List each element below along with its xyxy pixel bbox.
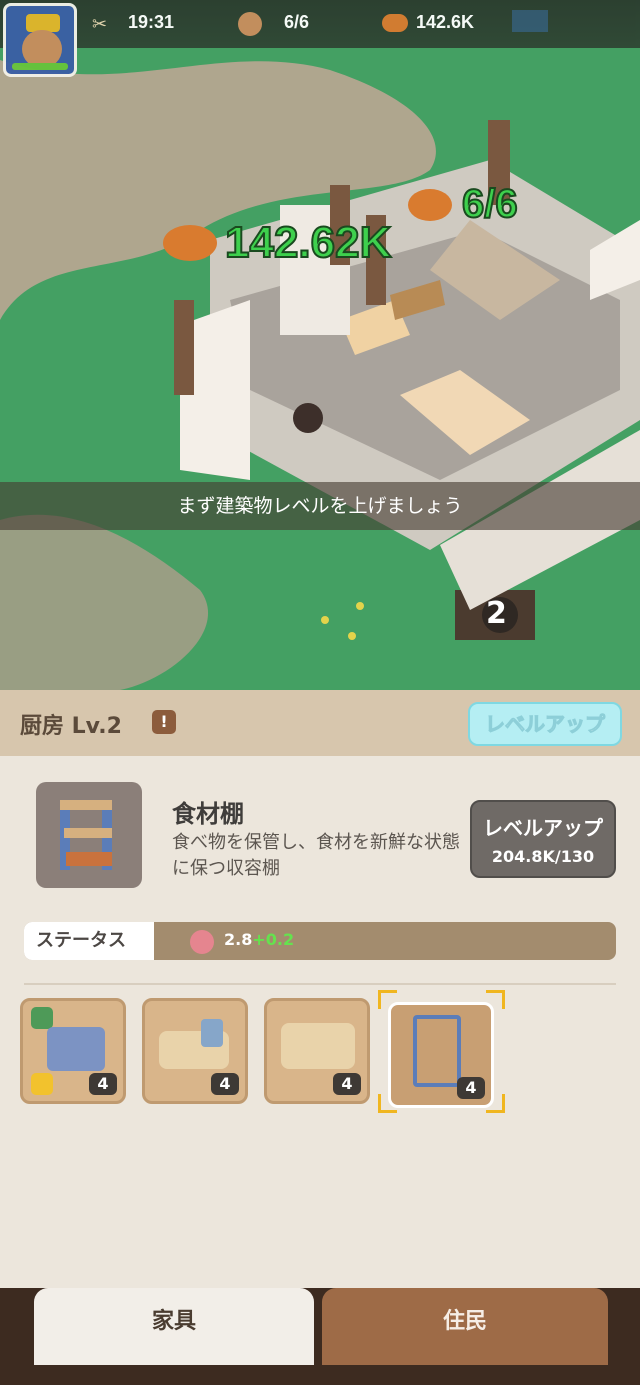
plate-stack-icon [201,1019,223,1047]
bread-icon [382,14,408,32]
health-bar [12,63,68,70]
selection-corner-icon [378,1094,397,1113]
player-avatar[interactable] [3,3,77,77]
status-value: 2.8+0.2 [224,930,295,949]
population-counter: 6/6 [284,12,310,32]
divider [24,983,616,985]
population-overlay: 6/6 [461,181,519,227]
tools-icon: ✂ [92,14,108,35]
bottom-tabs: 家具 住民 [0,1288,640,1385]
selection-corner-icon [486,1094,505,1113]
resident-badge-icon [31,1007,53,1029]
selection-corner-icon [486,990,505,1009]
tab-residents[interactable]: 住民 [322,1288,608,1365]
clock-text: 19:31 [128,12,175,32]
top-hud: ✂ 19:31 6/6 142.6K [0,0,640,77]
kitchen-building-scene [0,0,640,690]
item-description: 食べ物を保管し、食材を新鮮な状態に保つ収容棚 [172,832,460,879]
resident-icon [238,12,262,36]
bread-counter: 142.6K [416,12,475,32]
shelf-icon [413,1015,461,1087]
selection-corner-icon [378,990,397,1009]
dining-table-icon [281,1023,355,1069]
furniture-card-stove[interactable]: 4 [20,998,126,1104]
game-scene[interactable]: 142.62K 6/6 2 [0,0,640,690]
warning-badge[interactable]: ! [152,710,176,734]
level-up-label: レベルアップ [483,816,603,840]
item-name: 食材棚 [172,800,244,828]
furniture-card-ingredient-shelf[interactable]: 4 [388,1002,494,1108]
bread-icon [163,225,217,261]
stomach-icon [190,930,214,954]
ingredient-shelf-image [36,782,142,888]
level-up-button[interactable]: レベルアップ 204.8K/130 [470,800,616,878]
bread-amount-overlay: 142.62K [224,217,392,268]
level-up-cost: 204.8K/130 [491,847,595,866]
status-bar: ステータス 2.8+0.2 [24,922,616,960]
link-icon [31,1073,53,1095]
pixel-flag-icon [512,10,548,32]
stove-icon [47,1027,105,1071]
building-number: 2 [486,596,507,631]
tab-furniture[interactable]: 家具 [34,1288,314,1365]
level-up-top-button[interactable]: レベルアップ [468,702,622,746]
furniture-card-prep-table[interactable]: 4 [142,998,248,1104]
building-title: 厨房 Lv.2 [20,714,122,739]
panel-header: 厨房 Lv.2 ! レベルアップ [0,690,640,756]
status-label: ステータス [24,922,154,960]
hint-banner: まず建築物レベルを上げましょう [0,482,640,530]
furniture-card-dining-table[interactable]: 4 [264,998,370,1104]
